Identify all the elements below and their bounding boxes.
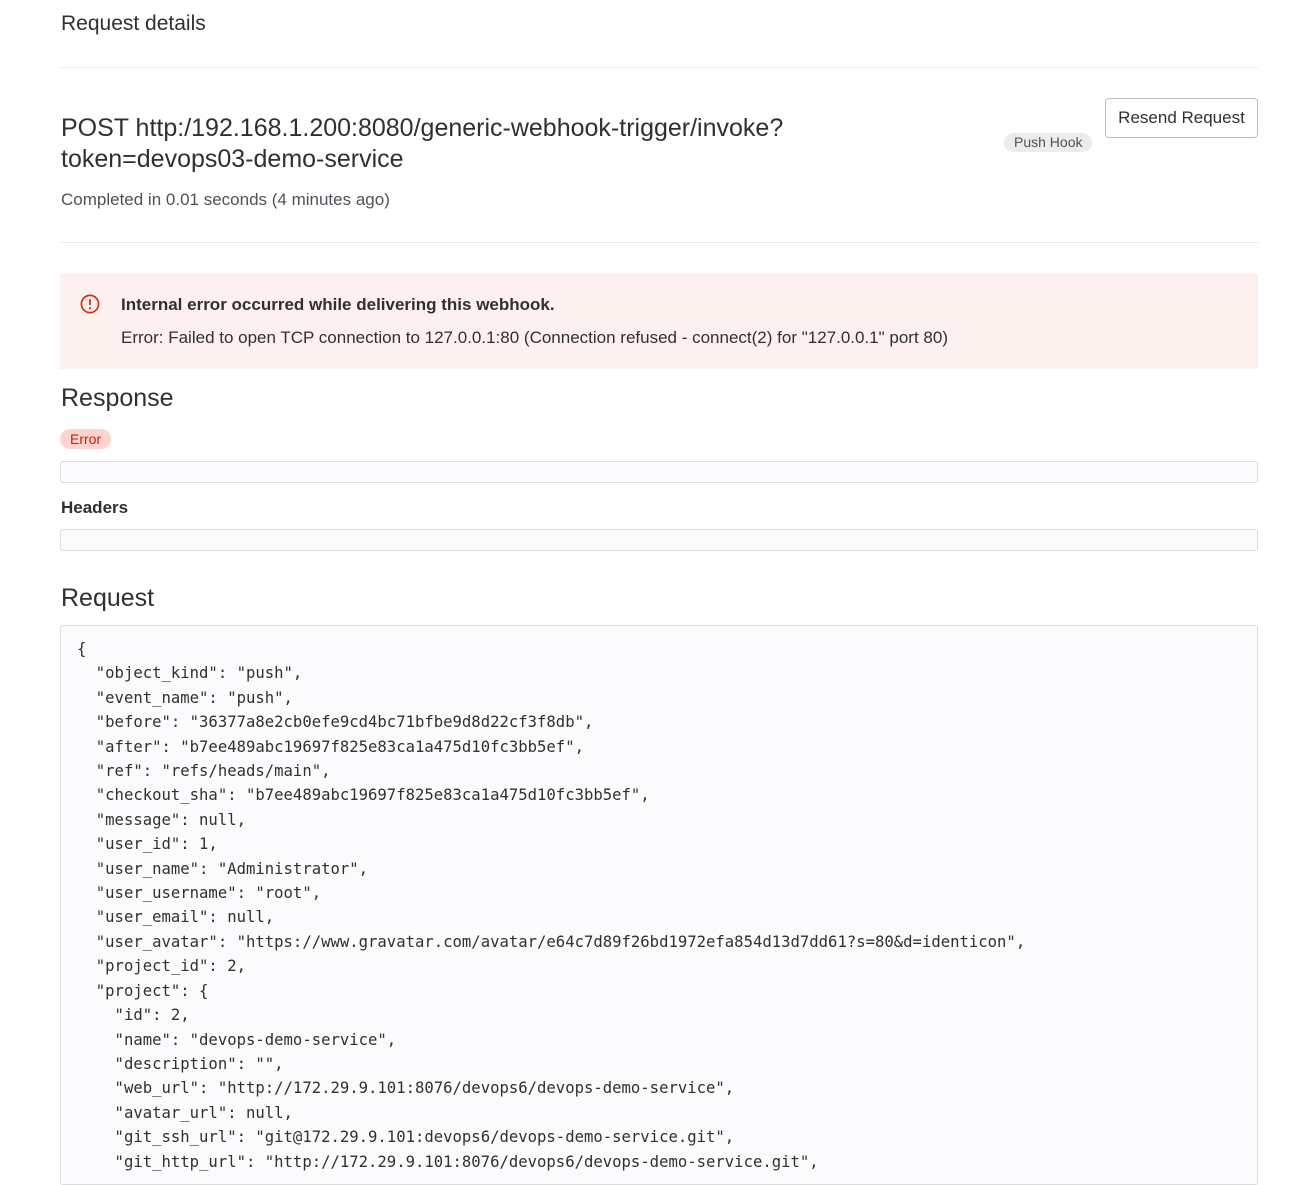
response-status-badge: Error: [60, 429, 112, 449]
request-body-code-block: { "object_kind": "push", "event_name": "…: [60, 625, 1258, 1185]
request-method-url: POST http:/192.168.1.200:8080/generic-we…: [61, 114, 784, 173]
response-body-box: [60, 461, 1258, 483]
completed-status: Completed in 0.01 seconds (4 minutes ago…: [61, 190, 390, 209]
resend-request-button[interactable]: Resend Request: [1105, 98, 1258, 138]
response-heading: Response: [61, 384, 174, 412]
error-circle-icon: [80, 294, 100, 314]
summary-divider: [60, 242, 1258, 243]
page-title: Request details: [61, 12, 206, 35]
response-headers-box: [60, 529, 1258, 551]
header-divider: [60, 67, 1258, 68]
hook-type-badge: Push Hook: [1004, 133, 1093, 152]
alert-message: Error: Failed to open TCP connection to …: [121, 328, 948, 347]
headers-heading: Headers: [61, 498, 129, 517]
alert-title: Internal error occurred while delivering…: [121, 295, 555, 314]
request-heading: Request: [61, 584, 155, 612]
error-alert: Internal error occurred while delivering…: [60, 274, 1258, 369]
request-body-json: { "object_kind": "push", "event_name": "…: [77, 640, 1026, 1171]
